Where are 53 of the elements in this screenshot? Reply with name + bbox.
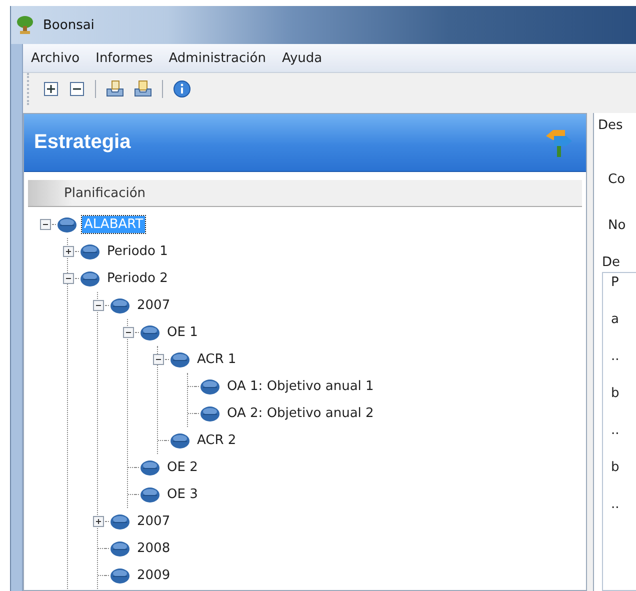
menu-item[interactable]: Administración	[162, 48, 272, 68]
info-icon[interactable]	[173, 80, 191, 98]
menu-item[interactable]: Ayuda	[276, 48, 328, 68]
node-icon	[80, 244, 100, 260]
expand-toggle[interactable]	[92, 516, 104, 527]
node-icon	[170, 432, 190, 448]
tree-item[interactable]: 2007	[135, 513, 172, 530]
tree-item[interactable]: 2009	[135, 567, 172, 584]
tree-item[interactable]: OA 2: Objetivo anual 2	[225, 405, 376, 422]
tree-item[interactable]: OA 1: Objetivo anual 1	[225, 378, 376, 395]
tree-icon	[15, 15, 35, 35]
signpost-icon	[544, 128, 574, 158]
tree-item[interactable]: ACR 1	[195, 351, 238, 368]
inbox-tray-icon[interactable]	[106, 80, 124, 98]
tree-item[interactable]: OE 2	[165, 459, 200, 476]
node-icon	[140, 460, 160, 476]
tree-item[interactable]: Periodo 2	[105, 270, 170, 287]
node-icon	[170, 352, 190, 368]
tree-item[interactable]: OE 3	[165, 486, 200, 503]
collapse-toggle[interactable]	[40, 219, 50, 230]
tree-item[interactable]: Periodo 1	[105, 243, 170, 260]
description-field[interactable]: P a .. b .. b ..	[602, 272, 636, 591]
node-icon	[140, 324, 160, 340]
collapse-all-icon[interactable]	[69, 81, 85, 97]
field-label: Co	[608, 172, 626, 186]
node-icon	[57, 216, 77, 232]
node-icon	[200, 378, 220, 394]
collapse-toggle[interactable]	[62, 273, 74, 284]
node-icon	[110, 514, 130, 530]
collapse-toggle[interactable]	[152, 354, 164, 365]
node-icon	[140, 486, 160, 502]
window-title: Boonsai	[43, 18, 94, 32]
field-label: De	[602, 255, 620, 270]
panel-title: Estrategia	[34, 131, 131, 154]
expand-toggle[interactable]	[62, 246, 74, 257]
expand-all-icon[interactable]	[43, 81, 59, 97]
menu-item[interactable]: Archivo	[25, 48, 86, 68]
tree-item[interactable]: 2008	[135, 540, 172, 557]
outbox-tray-icon[interactable]	[134, 80, 152, 98]
tree-item[interactable]: ACR 2	[195, 432, 238, 449]
field-label: No	[608, 218, 626, 232]
menu-item[interactable]: Informes	[90, 48, 159, 68]
node-icon	[200, 406, 220, 422]
node-icon	[80, 270, 100, 286]
node-icon	[110, 298, 130, 314]
collapse-toggle[interactable]	[92, 300, 104, 311]
node-icon	[110, 568, 130, 584]
collapse-toggle[interactable]	[122, 327, 134, 338]
tree-item[interactable]: OE 1	[165, 324, 200, 341]
column-header: Planificación	[28, 180, 582, 207]
tree-item[interactable]: 2007	[135, 297, 172, 314]
tab[interactable]: Des	[594, 113, 636, 140]
node-icon	[110, 540, 130, 556]
